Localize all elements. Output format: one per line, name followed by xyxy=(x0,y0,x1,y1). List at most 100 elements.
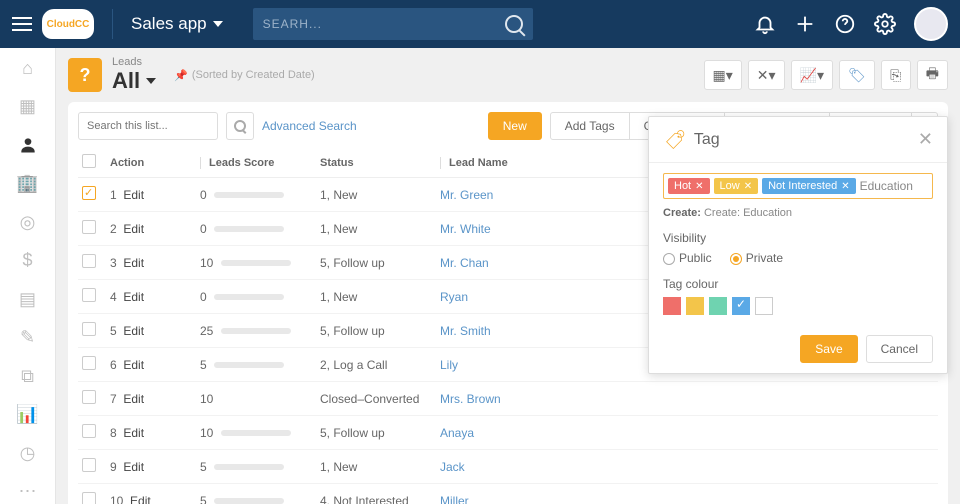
row-checkbox[interactable] xyxy=(82,424,96,438)
colour-swatch[interactable] xyxy=(709,297,727,315)
tag-button[interactable]: 🏷 xyxy=(839,60,875,90)
module-label: Leads xyxy=(112,56,156,68)
lead-name-link[interactable]: Mr. Smith xyxy=(440,324,491,338)
edit-link[interactable]: Edit xyxy=(123,188,144,202)
global-search-input[interactable] xyxy=(263,17,505,31)
hamburger-icon[interactable] xyxy=(12,13,32,35)
row-checkbox[interactable] xyxy=(82,288,96,302)
lead-name-link[interactable]: Mrs. Brown xyxy=(440,392,501,406)
table-row[interactable]: 7 Edit 10 Closed–Converted Mrs. Brown xyxy=(78,382,938,416)
radio-private[interactable]: Private xyxy=(730,251,783,265)
tools-button[interactable]: ✕▾ xyxy=(748,60,785,90)
row-checkbox[interactable] xyxy=(82,458,96,472)
edit-link[interactable]: Edit xyxy=(123,290,144,304)
lead-name-link[interactable]: Mr. White xyxy=(440,222,491,236)
row-checkbox[interactable] xyxy=(82,492,96,504)
score-value: 25 xyxy=(200,324,213,338)
chip-hot[interactable]: Hot✕ xyxy=(668,178,710,194)
add-tags-button[interactable]: Add Tags xyxy=(550,112,630,140)
list-search-input[interactable] xyxy=(78,112,218,140)
remove-chip-icon[interactable]: ✕ xyxy=(744,181,752,192)
tag-text-input[interactable] xyxy=(860,179,928,193)
side-targets-icon[interactable]: ◎ xyxy=(15,210,41,235)
view-selector[interactable]: All xyxy=(112,68,156,94)
global-search[interactable] xyxy=(253,8,533,40)
sort-hint[interactable]: 📌 (Sorted by Created Date) xyxy=(174,69,315,82)
lead-name-link[interactable]: Lily xyxy=(440,358,458,372)
side-reports-icon[interactable]: ▤ xyxy=(15,287,41,312)
col-action: Action xyxy=(110,157,144,169)
lead-name-link[interactable]: Jack xyxy=(440,460,465,474)
side-contact-icon[interactable]: ⧉ xyxy=(15,364,41,389)
settings-icon[interactable] xyxy=(874,13,896,35)
edit-link[interactable]: Edit xyxy=(123,426,144,440)
view-mode-button[interactable]: ▦▾ xyxy=(704,60,742,90)
new-button[interactable]: New xyxy=(488,112,542,140)
create-hint[interactable]: Create: Create: Education xyxy=(663,207,933,219)
side-analytics-icon[interactable]: 📊 xyxy=(15,403,41,428)
lead-name-link[interactable]: Mr. Green xyxy=(440,188,493,202)
row-checkbox[interactable] xyxy=(82,254,96,268)
logo[interactable]: CloudCC xyxy=(42,9,94,39)
help-icon[interactable] xyxy=(834,13,856,35)
colour-swatch[interactable] xyxy=(686,297,704,315)
chip-not-interested[interactable]: Not Interested✕ xyxy=(762,178,855,194)
row-number: 5 xyxy=(110,324,117,338)
notifications-icon[interactable] xyxy=(754,13,776,35)
close-icon[interactable]: ✕ xyxy=(918,129,933,150)
table-row[interactable]: 8 Edit 10 5, Follow up Anaya xyxy=(78,416,938,450)
user-avatar[interactable] xyxy=(914,7,948,41)
colour-swatch[interactable] xyxy=(663,297,681,315)
app-switcher[interactable]: Sales app xyxy=(131,14,223,34)
row-checkbox[interactable] xyxy=(82,220,96,234)
remove-chip-icon[interactable]: ✕ xyxy=(695,181,703,192)
edit-link[interactable]: Edit xyxy=(123,358,144,372)
row-checkbox[interactable] xyxy=(82,390,96,404)
colour-swatch[interactable] xyxy=(732,297,750,315)
side-money-icon[interactable]: $ xyxy=(15,249,41,274)
search-button[interactable] xyxy=(226,112,254,140)
side-accounts-icon[interactable]: 🏢 xyxy=(15,172,41,197)
colour-swatch[interactable] xyxy=(755,297,773,315)
row-checkbox[interactable] xyxy=(82,356,96,370)
side-tasks-icon[interactable]: ✎ xyxy=(15,326,41,351)
select-all-checkbox[interactable] xyxy=(82,154,96,168)
col-leadname: Lead Name xyxy=(440,157,508,169)
side-home-icon[interactable]: ⌂ xyxy=(15,56,41,81)
side-calendar-icon[interactable]: ▦ xyxy=(15,95,41,120)
side-leads-icon[interactable] xyxy=(15,133,41,158)
chart-button[interactable]: 📈▾ xyxy=(791,60,833,90)
side-more-icon[interactable]: ⋯ xyxy=(15,480,41,504)
side-dashboard-icon[interactable]: ◷ xyxy=(15,441,41,466)
advanced-search-link[interactable]: Advanced Search xyxy=(262,119,357,133)
status-label: 1, New xyxy=(320,222,357,236)
remove-chip-icon[interactable]: ✕ xyxy=(841,181,849,192)
print-button[interactable]: 🖶 xyxy=(917,60,948,90)
lead-name-link[interactable]: Ryan xyxy=(440,290,468,304)
cancel-button[interactable]: Cancel xyxy=(866,335,933,363)
export-button[interactable]: ⎘ xyxy=(881,60,911,90)
colour-label: Tag colour xyxy=(663,277,933,291)
edit-link[interactable]: Edit xyxy=(123,222,144,236)
visibility-label: Visibility xyxy=(663,231,933,245)
table-row[interactable]: 9 Edit 5 1, New Jack xyxy=(78,450,938,484)
lead-name-link[interactable]: Miller xyxy=(440,494,469,504)
radio-public[interactable]: Public xyxy=(663,251,712,265)
search-icon[interactable] xyxy=(505,15,523,33)
status-label: 5, Follow up xyxy=(320,426,385,440)
save-button[interactable]: Save xyxy=(800,335,857,363)
edit-link[interactable]: Edit xyxy=(123,392,144,406)
table-row[interactable]: 10 Edit 5 4, Not Interested Miller xyxy=(78,484,938,504)
row-checkbox[interactable] xyxy=(82,322,96,336)
sidebar: ⌂ ▦ 🏢 ◎ $ ▤ ✎ ⧉ 📊 ◷ ⋯ xyxy=(0,48,56,504)
edit-link[interactable]: Edit xyxy=(123,324,144,338)
lead-name-link[interactable]: Mr. Chan xyxy=(440,256,489,270)
edit-link[interactable]: Edit xyxy=(123,256,144,270)
add-icon[interactable] xyxy=(794,13,816,35)
edit-link[interactable]: Edit xyxy=(130,494,151,504)
row-checkbox[interactable] xyxy=(82,186,96,200)
tag-input-box[interactable]: Hot✕ Low✕ Not Interested✕ xyxy=(663,173,933,199)
lead-name-link[interactable]: Anaya xyxy=(440,426,474,440)
edit-link[interactable]: Edit xyxy=(123,460,144,474)
chip-low[interactable]: Low✕ xyxy=(714,178,759,194)
